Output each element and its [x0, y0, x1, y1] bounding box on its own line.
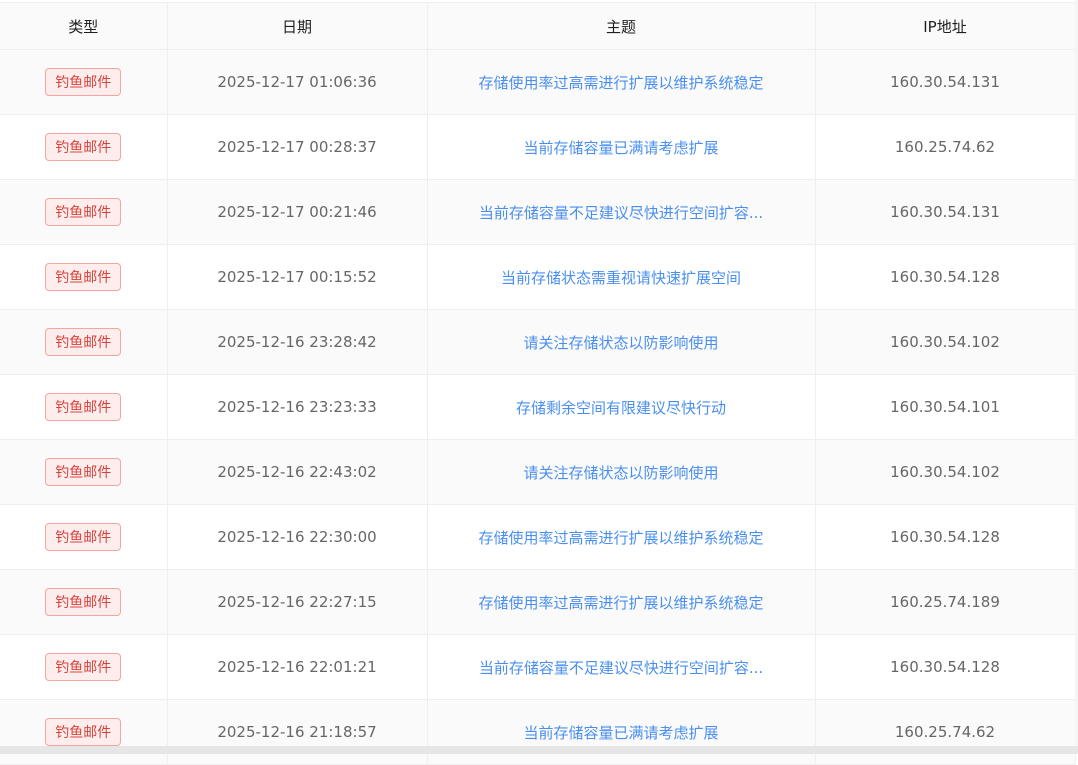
- type-cell: 钓鱼邮件: [0, 114, 168, 180]
- type-tag: 钓鱼邮件: [45, 198, 122, 226]
- ip-cell: 160.30.54.128: [815, 634, 1076, 700]
- subject-link[interactable]: 请关注存储状态以防影响使用: [503, 464, 738, 482]
- table-row[interactable]: 钓鱼邮件 2025-12-16 22:43:02 请关注存储状态以防影响使用 1…: [0, 439, 1076, 505]
- table-row[interactable]: 钓鱼邮件 2025-12-16 22:01:21 当前存储容量不足建议尽快进行空…: [0, 634, 1076, 700]
- date-cell: 2025-12-16 21:18:57: [167, 699, 428, 765]
- subject-link[interactable]: 存储使用率过高需进行扩展以维护系统稳定: [458, 529, 783, 547]
- type-tag: 钓鱼邮件: [45, 68, 122, 96]
- table-row[interactable]: 钓鱼邮件 2025-12-17 00:28:37 当前存储容量已满请考虑扩展 1…: [0, 114, 1076, 180]
- type-cell: 钓鱼邮件: [0, 439, 168, 505]
- subject-link[interactable]: 存储使用率过高需进行扩展以维护系统稳定: [458, 594, 783, 612]
- date-cell: 2025-12-16 22:27:15: [167, 569, 428, 635]
- type-tag: 钓鱼邮件: [45, 458, 122, 486]
- type-tag: 钓鱼邮件: [45, 263, 122, 291]
- table-row[interactable]: 钓鱼邮件 2025-12-17 01:06:36 存储使用率过高需进行扩展以维护…: [0, 49, 1076, 115]
- subject-cell: 请关注存储状态以防影响使用: [427, 439, 816, 505]
- table-row[interactable]: 钓鱼邮件 2025-12-16 22:27:15 存储使用率过高需进行扩展以维护…: [0, 569, 1076, 635]
- type-tag: 钓鱼邮件: [45, 718, 122, 746]
- type-tag: 钓鱼邮件: [45, 133, 122, 161]
- date-cell: 2025-12-16 22:43:02: [167, 439, 428, 505]
- column-header-subject[interactable]: 主题: [427, 2, 816, 50]
- subject-link[interactable]: 存储剩余空间有限建议尽快行动: [496, 399, 746, 417]
- subject-link[interactable]: 当前存储容量已满请考虑扩展: [503, 139, 738, 157]
- table-row[interactable]: 钓鱼邮件 2025-12-16 23:23:33 存储剩余空间有限建议尽快行动 …: [0, 374, 1076, 440]
- ip-cell: 160.25.74.62: [815, 114, 1076, 180]
- ip-cell: 160.25.74.62: [815, 699, 1076, 765]
- type-cell: 钓鱼邮件: [0, 49, 168, 115]
- type-cell: 钓鱼邮件: [0, 634, 168, 700]
- horizontal-scrollbar[interactable]: [0, 746, 1078, 754]
- type-cell: 钓鱼邮件: [0, 374, 168, 440]
- type-tag: 钓鱼邮件: [45, 328, 122, 356]
- column-header-type[interactable]: 类型: [0, 2, 168, 50]
- table-row[interactable]: 钓鱼邮件 2025-12-16 23:28:42 请关注存储状态以防影响使用 1…: [0, 309, 1076, 375]
- date-cell: 2025-12-16 22:01:21: [167, 634, 428, 700]
- subject-cell: 存储使用率过高需进行扩展以维护系统稳定: [427, 49, 816, 115]
- subject-cell: 请关注存储状态以防影响使用: [427, 309, 816, 375]
- date-cell: 2025-12-16 22:30:00: [167, 504, 428, 570]
- subject-link[interactable]: 当前存储状态需重视请快速扩展空间: [481, 269, 761, 287]
- ip-cell: 160.30.54.102: [815, 439, 1076, 505]
- ip-cell: 160.30.54.131: [815, 179, 1076, 245]
- date-cell: 2025-12-17 00:15:52: [167, 244, 428, 310]
- subject-link[interactable]: 当前存储容量已满请考虑扩展: [503, 724, 738, 742]
- type-cell: 钓鱼邮件: [0, 244, 168, 310]
- subject-cell: 当前存储容量已满请考虑扩展: [427, 699, 816, 765]
- subject-link[interactable]: 请关注存储状态以防影响使用: [503, 334, 738, 352]
- date-cell: 2025-12-17 01:06:36: [167, 49, 428, 115]
- ip-cell: 160.30.54.102: [815, 309, 1076, 375]
- type-tag: 钓鱼邮件: [45, 523, 122, 551]
- subject-link[interactable]: 当前存储容量不足建议尽快进行空间扩容...: [459, 659, 783, 677]
- table-row[interactable]: 钓鱼邮件 2025-12-16 21:18:57 当前存储容量已满请考虑扩展 1…: [0, 699, 1076, 765]
- subject-cell: 当前存储状态需重视请快速扩展空间: [427, 244, 816, 310]
- date-cell: 2025-12-16 23:23:33: [167, 374, 428, 440]
- table-row[interactable]: 钓鱼邮件 2025-12-17 00:21:46 当前存储容量不足建议尽快进行空…: [0, 179, 1076, 245]
- type-tag: 钓鱼邮件: [45, 588, 122, 616]
- ip-cell: 160.30.54.131: [815, 49, 1076, 115]
- ip-cell: 160.30.54.101: [815, 374, 1076, 440]
- subject-cell: 存储剩余空间有限建议尽快行动: [427, 374, 816, 440]
- ip-cell: 160.25.74.189: [815, 569, 1076, 635]
- type-cell: 钓鱼邮件: [0, 699, 168, 765]
- subject-cell: 当前存储容量不足建议尽快进行空间扩容...: [427, 634, 816, 700]
- subject-cell: 当前存储容量不足建议尽快进行空间扩容...: [427, 179, 816, 245]
- table-row[interactable]: 钓鱼邮件 2025-12-16 22:30:00 存储使用率过高需进行扩展以维护…: [0, 504, 1076, 570]
- type-cell: 钓鱼邮件: [0, 179, 168, 245]
- ip-cell: 160.30.54.128: [815, 504, 1076, 570]
- table-row[interactable]: 钓鱼邮件 2025-12-17 00:15:52 当前存储状态需重视请快速扩展空…: [0, 244, 1076, 310]
- date-cell: 2025-12-17 00:21:46: [167, 179, 428, 245]
- subject-cell: 存储使用率过高需进行扩展以维护系统稳定: [427, 569, 816, 635]
- type-tag: 钓鱼邮件: [45, 393, 122, 421]
- subject-cell: 当前存储容量已满请考虑扩展: [427, 114, 816, 180]
- date-cell: 2025-12-16 23:28:42: [167, 309, 428, 375]
- date-cell: 2025-12-17 00:28:37: [167, 114, 428, 180]
- subject-link[interactable]: 当前存储容量不足建议尽快进行空间扩容...: [459, 204, 783, 222]
- table-header: 类型 日期 主题 IP地址: [0, 2, 1076, 50]
- type-cell: 钓鱼邮件: [0, 309, 168, 375]
- type-cell: 钓鱼邮件: [0, 504, 168, 570]
- column-header-date[interactable]: 日期: [167, 2, 428, 50]
- ip-cell: 160.30.54.128: [815, 244, 1076, 310]
- subject-link[interactable]: 存储使用率过高需进行扩展以维护系统稳定: [458, 74, 783, 92]
- type-cell: 钓鱼邮件: [0, 569, 168, 635]
- column-header-ip[interactable]: IP地址: [815, 2, 1076, 50]
- type-tag: 钓鱼邮件: [45, 653, 122, 681]
- phishing-mail-table: 类型 日期 主题 IP地址 钓鱼邮件 2025-12-17 01:06:36 存…: [0, 2, 1076, 765]
- subject-cell: 存储使用率过高需进行扩展以维护系统稳定: [427, 504, 816, 570]
